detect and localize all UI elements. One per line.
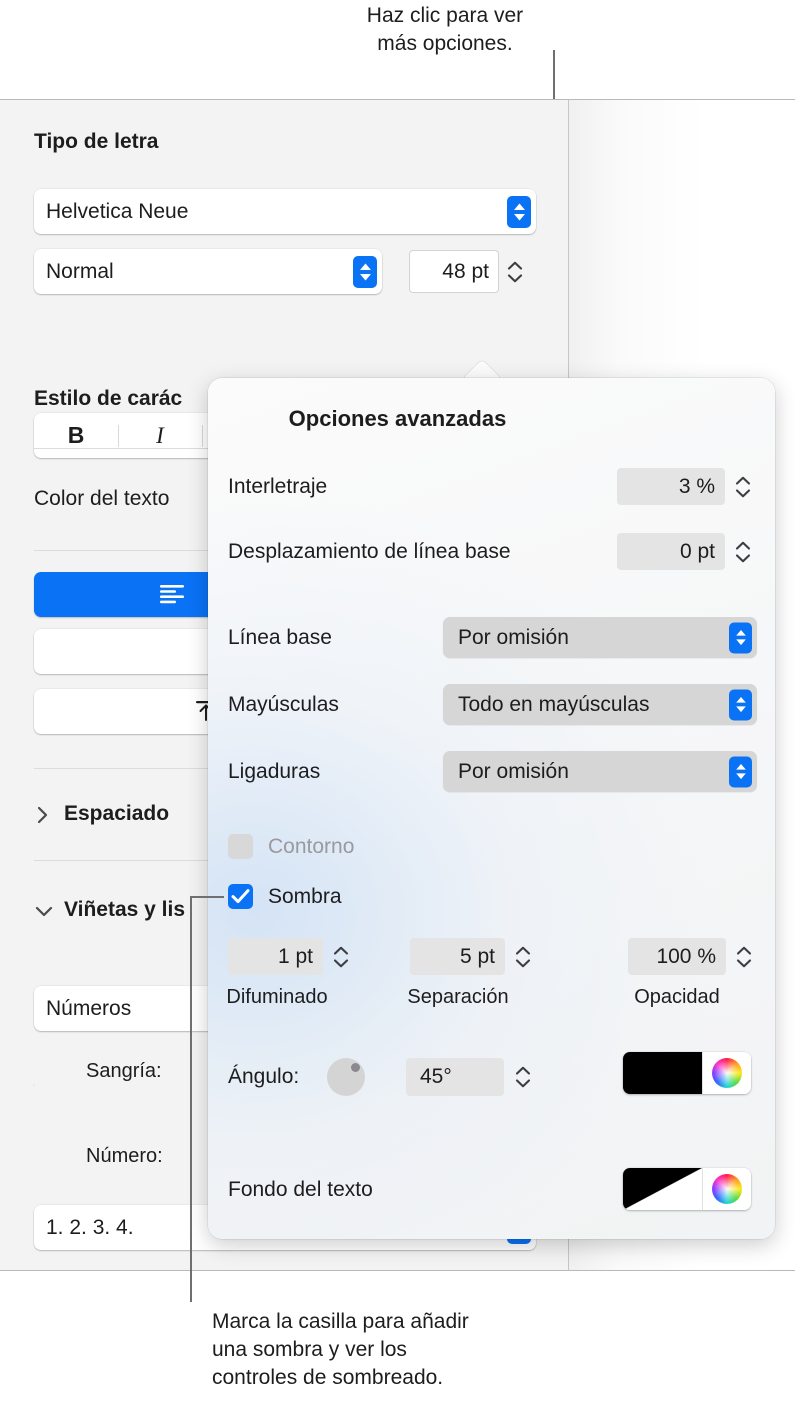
chevron-updown-icon[interactable] (353, 255, 377, 288)
capitalization-label: Mayúsculas (228, 693, 339, 716)
callout-bottom-line-horizontal (190, 896, 224, 898)
font-family-value: Helvetica Neue (46, 199, 189, 223)
text-color-label: Color del texto (34, 487, 170, 510)
baseline-shift-stepper[interactable] (733, 533, 753, 570)
shadow-blur-field[interactable]: 1 pt (228, 938, 323, 975)
chevron-updown-icon[interactable] (729, 622, 752, 653)
baseline-shift-label: Desplazamiento de línea base (228, 540, 511, 563)
text-background-label: Fondo del texto (228, 1178, 373, 1201)
chevron-updown-icon[interactable] (729, 689, 752, 720)
chevron-updown-icon[interactable] (507, 195, 531, 228)
shadow-offset-stepper[interactable] (513, 938, 533, 975)
shadow-checkbox[interactable] (228, 884, 253, 909)
number-label: Número: (86, 1145, 163, 1167)
spacing-section-title[interactable]: Espaciado (64, 802, 169, 826)
capitalization-value: Todo en mayúsculas (458, 692, 650, 716)
shadow-offset-field[interactable]: 5 pt (410, 938, 505, 975)
dial-knob[interactable] (351, 1063, 360, 1072)
shadow-angle-field[interactable]: 45° (406, 1058, 504, 1096)
callout-top-text: Haz clic para ver más opciones. (366, 4, 524, 55)
color-wheel-icon (712, 1174, 742, 1204)
shadow-blur-stepper[interactable] (331, 938, 351, 975)
font-size-stepper[interactable] (505, 250, 525, 293)
chevron-right-icon[interactable] (36, 805, 50, 830)
color-wheel-icon (712, 1058, 742, 1088)
tracking-stepper[interactable] (733, 468, 753, 505)
color-wheel-button[interactable] (702, 1168, 751, 1210)
shadow-blur-label: Difuminado (226, 986, 328, 1008)
popover-title: Opciones avanzadas (288, 406, 507, 431)
shadow-opacity-stepper[interactable] (734, 938, 754, 975)
ligatures-popup[interactable]: Por omisión (443, 751, 757, 792)
bullets-section-title[interactable]: Viñetas y lis (64, 898, 185, 922)
color-wheel-button[interactable] (702, 1052, 751, 1094)
shadow-color-swatch[interactable] (623, 1052, 751, 1094)
tracking-label: Interletraje (228, 475, 328, 498)
bullet-type-value: Números (46, 996, 132, 1020)
shadow-offset-label: Separación (407, 986, 509, 1008)
callout-bottom-text: Marca la casilla para añadir una sombra … (212, 1310, 469, 1389)
shadow-angle-dial[interactable] (327, 1058, 365, 1096)
baseline-shift-field[interactable]: 0 pt (617, 533, 725, 570)
align-left-icon (159, 584, 185, 609)
baseline-value: Por omisión (458, 625, 569, 649)
indent-label: Sangría: (86, 1060, 162, 1082)
ligatures-value: Por omisión (458, 759, 569, 783)
font-family-popup[interactable]: Helvetica Neue (34, 189, 536, 234)
shadow-angle-label: Ángulo: (228, 1065, 300, 1088)
font-section-title: Tipo de letra (34, 130, 159, 153)
baseline-label: Línea base (228, 626, 332, 649)
shadow-angle-stepper[interactable] (513, 1058, 533, 1096)
capitalization-popup[interactable]: Todo en mayúsculas (443, 684, 757, 725)
advanced-options-popover (208, 378, 775, 1239)
tracking-field[interactable]: 3 % (617, 468, 725, 505)
outline-checkbox[interactable] (228, 834, 253, 859)
shadow-opacity-field[interactable]: 100 % (628, 938, 726, 975)
font-style-popup[interactable]: Normal (34, 249, 382, 294)
text-background-swatch[interactable] (623, 1168, 751, 1210)
font-size-field[interactable]: 48 pt (409, 250, 499, 293)
chevron-updown-icon[interactable] (729, 756, 752, 787)
shadow-label: Sombra (268, 885, 342, 908)
callout-bottom-line-vertical (190, 896, 192, 1302)
text-background-fill[interactable] (623, 1168, 702, 1210)
outline-label: Contorno (268, 835, 355, 858)
number-format-value: 1. 2. 3. 4. (46, 1215, 134, 1239)
shadow-opacity-label: Opacidad (634, 986, 720, 1008)
chevron-down-icon[interactable] (34, 905, 54, 924)
ligatures-label: Ligaduras (228, 760, 321, 783)
font-style-value: Normal (46, 259, 114, 283)
baseline-popup[interactable]: Por omisión (443, 617, 757, 658)
screenshot-root: Haz clic para ver más opciones. Tipo de … (0, 0, 795, 1418)
shadow-color-fill[interactable] (623, 1052, 702, 1094)
